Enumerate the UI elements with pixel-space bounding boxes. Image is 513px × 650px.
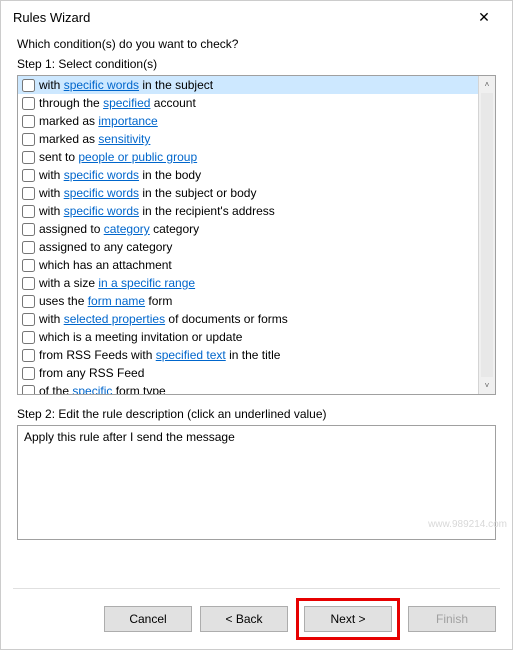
condition-item[interactable]: marked as importance (18, 112, 478, 130)
condition-text: uses the form name form (39, 294, 172, 308)
condition-link[interactable]: importance (98, 114, 157, 128)
condition-link[interactable]: selected properties (64, 312, 165, 326)
condition-item[interactable]: of the specific form type (18, 382, 478, 394)
condition-text: with specific words in the recipient's a… (39, 204, 275, 218)
condition-text: from RSS Feeds with specified text in th… (39, 348, 280, 362)
condition-item[interactable]: with a size in a specific range (18, 274, 478, 292)
condition-item[interactable]: with selected properties of documents or… (18, 310, 478, 328)
conditions-list: with specific words in the subject throug… (18, 76, 478, 394)
scroll-thumb[interactable] (481, 93, 493, 377)
rules-wizard-window: Rules Wizard ✕ Which condition(s) do you… (0, 0, 513, 650)
condition-item[interactable]: with specific words in the subject or bo… (18, 184, 478, 202)
condition-text: which has an attachment (39, 258, 172, 272)
condition-link[interactable]: form name (88, 294, 145, 308)
window-title: Rules Wizard (13, 10, 464, 25)
condition-checkbox[interactable] (22, 367, 35, 380)
condition-item[interactable]: sent to people or public group (18, 148, 478, 166)
condition-text: marked as importance (39, 114, 158, 128)
condition-link[interactable]: specific words (64, 186, 139, 200)
condition-item[interactable]: from any RSS Feed (18, 364, 478, 382)
condition-text: marked as sensitivity (39, 132, 150, 146)
condition-link[interactable]: specific words (64, 168, 139, 182)
condition-text: of the specific form type (39, 384, 166, 394)
condition-item[interactable]: from RSS Feeds with specified text in th… (18, 346, 478, 364)
condition-link[interactable]: in a specific range (98, 276, 195, 290)
condition-checkbox[interactable] (22, 295, 35, 308)
close-icon: ✕ (478, 9, 490, 26)
condition-checkbox[interactable] (22, 349, 35, 362)
condition-text: sent to people or public group (39, 150, 197, 164)
condition-checkbox[interactable] (22, 205, 35, 218)
condition-item[interactable]: uses the form name form (18, 292, 478, 310)
scroll-up-button[interactable]: ˄ (479, 76, 495, 93)
condition-checkbox[interactable] (22, 79, 35, 92)
condition-link[interactable]: people or public group (78, 150, 197, 164)
condition-item[interactable]: marked as sensitivity (18, 130, 478, 148)
condition-item[interactable]: which has an attachment (18, 256, 478, 274)
scrollbar[interactable]: ˄ ˅ (478, 76, 495, 394)
chevron-up-icon: ˄ (485, 80, 490, 89)
condition-text: with selected properties of documents or… (39, 312, 288, 326)
rule-description-text: Apply this rule after I send the message (24, 430, 235, 444)
back-button[interactable]: < Back (200, 606, 288, 632)
condition-text: with specific words in the subject or bo… (39, 186, 256, 200)
condition-checkbox[interactable] (22, 151, 35, 164)
condition-link[interactable]: specific words (64, 78, 139, 92)
condition-link[interactable]: specific (72, 384, 112, 394)
condition-checkbox[interactable] (22, 385, 35, 395)
condition-item[interactable]: assigned to any category (18, 238, 478, 256)
condition-item[interactable]: with specific words in the recipient's a… (18, 202, 478, 220)
condition-text: with specific words in the body (39, 168, 201, 182)
condition-link[interactable]: specified (103, 96, 150, 110)
condition-checkbox[interactable] (22, 115, 35, 128)
condition-link[interactable]: sensitivity (98, 132, 150, 146)
condition-text: assigned to category category (39, 222, 199, 236)
condition-checkbox[interactable] (22, 223, 35, 236)
condition-text: assigned to any category (39, 240, 172, 254)
rule-description-box[interactable]: Apply this rule after I send the message (17, 425, 496, 540)
condition-checkbox[interactable] (22, 133, 35, 146)
condition-text: from any RSS Feed (39, 366, 144, 380)
condition-checkbox[interactable] (22, 313, 35, 326)
chevron-down-icon: ˅ (485, 381, 490, 390)
button-bar: Cancel < Back Next > Finish (1, 589, 512, 649)
finish-button[interactable]: Finish (408, 606, 496, 632)
wizard-question: Which condition(s) do you want to check? (17, 37, 496, 51)
condition-checkbox[interactable] (22, 331, 35, 344)
condition-link[interactable]: specific words (64, 204, 139, 218)
title-bar: Rules Wizard ✕ (1, 1, 512, 33)
condition-checkbox[interactable] (22, 277, 35, 290)
condition-item[interactable]: which is a meeting invitation or update (18, 328, 478, 346)
condition-link[interactable]: specified text (156, 348, 226, 362)
condition-item[interactable]: with specific words in the subject (18, 76, 478, 94)
step2-label: Step 2: Edit the rule description (click… (17, 407, 496, 421)
condition-link[interactable]: category (104, 222, 150, 236)
condition-checkbox[interactable] (22, 187, 35, 200)
condition-checkbox[interactable] (22, 169, 35, 182)
condition-checkbox[interactable] (22, 241, 35, 254)
condition-item[interactable]: assigned to category category (18, 220, 478, 238)
condition-item[interactable]: with specific words in the body (18, 166, 478, 184)
cancel-button[interactable]: Cancel (104, 606, 192, 632)
next-button[interactable]: Next > (304, 606, 392, 632)
next-button-highlight: Next > (296, 598, 400, 640)
condition-text: which is a meeting invitation or update (39, 330, 242, 344)
step1-label: Step 1: Select condition(s) (17, 57, 496, 71)
condition-item[interactable]: through the specified account (18, 94, 478, 112)
content-area: Which condition(s) do you want to check?… (1, 33, 512, 588)
condition-text: through the specified account (39, 96, 196, 110)
condition-checkbox[interactable] (22, 259, 35, 272)
condition-text: with specific words in the subject (39, 78, 213, 92)
condition-checkbox[interactable] (22, 97, 35, 110)
conditions-list-container: with specific words in the subject throug… (17, 75, 496, 395)
close-button[interactable]: ✕ (464, 3, 504, 31)
scroll-down-button[interactable]: ˅ (479, 377, 495, 394)
condition-text: with a size in a specific range (39, 276, 195, 290)
